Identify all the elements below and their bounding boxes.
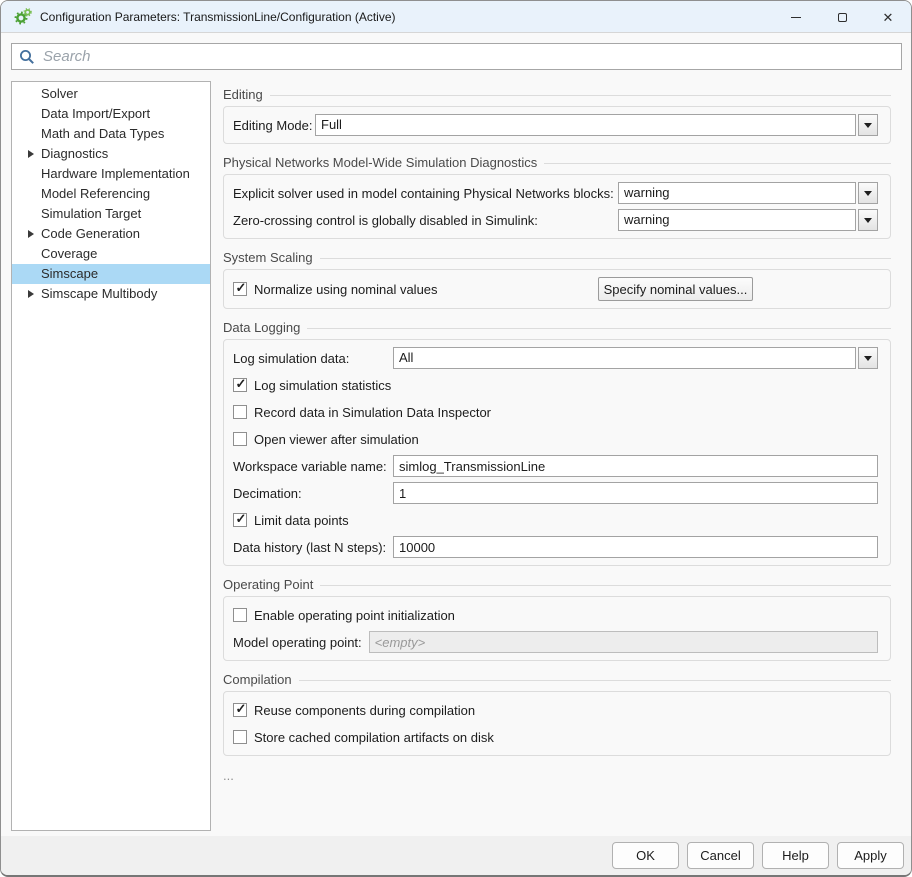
enable-operating-point-checkbox[interactable] <box>233 608 247 622</box>
open-viewer-checkbox[interactable] <box>233 432 247 446</box>
store-cached-checkbox[interactable] <box>233 730 247 744</box>
header-rule <box>319 258 891 259</box>
search-placeholder: Search <box>43 48 91 65</box>
enable-operating-point-label: Enable operating point initialization <box>254 607 455 623</box>
limit-data-points-label: Limit data points <box>254 512 349 528</box>
compilation-card: Reuse components during compilation Stor… <box>223 691 891 756</box>
settings-panel: Editing Editing Mode: Full Physical Netw… <box>223 81 891 783</box>
explicit-solver-dropdown[interactable]: warning <box>618 182 878 204</box>
sidebar-item-math-and-data-types[interactable]: Math and Data Types <box>12 124 210 144</box>
workspace-variable-name-label: Workspace variable name: <box>233 458 387 474</box>
data-history-label: Data history (last N steps): <box>233 539 387 555</box>
editing-card: Editing Mode: Full <box>223 106 891 144</box>
sidebar-item-data-import-export[interactable]: Data Import/Export <box>12 104 210 124</box>
header-rule <box>298 680 891 681</box>
editing-mode-dropdown[interactable]: Full <box>315 114 878 136</box>
model-operating-point-label: Model operating point: <box>233 634 362 650</box>
section-header-operating-point: Operating Point <box>223 577 891 592</box>
expand-arrow-icon[interactable] <box>28 290 34 298</box>
titlebar: Configuration Parameters: TransmissionLi… <box>1 1 911 33</box>
search-icon <box>20 49 34 64</box>
workspace-variable-name-input[interactable] <box>393 455 878 477</box>
zero-crossing-dropdown[interactable]: warning <box>618 209 878 231</box>
apply-button[interactable]: Apply <box>837 842 904 869</box>
expand-arrow-icon[interactable] <box>28 230 34 238</box>
chevron-down-icon[interactable] <box>858 114 878 136</box>
help-button[interactable]: Help <box>762 842 829 869</box>
sidebar-item-model-referencing[interactable]: Model Referencing <box>12 184 210 204</box>
decimation-label: Decimation: <box>233 485 302 501</box>
close-icon: ✕ <box>882 9 894 25</box>
zero-crossing-label: Zero-crossing control is globally disabl… <box>233 212 538 228</box>
explicit-solver-label: Explicit solver used in model containing… <box>233 185 614 201</box>
log-simulation-statistics-checkbox[interactable] <box>233 376 247 392</box>
more-indicator: ... <box>223 768 234 783</box>
expand-arrow-icon[interactable] <box>28 150 34 158</box>
store-cached-label: Store cached compilation artifacts on di… <box>254 729 494 745</box>
section-header-editing: Editing <box>223 87 891 102</box>
editing-mode-label: Editing Mode: <box>233 117 313 133</box>
sidebar-item-simscape[interactable]: Simscape <box>12 264 210 284</box>
maximize-button[interactable] <box>819 1 865 33</box>
maximize-icon <box>837 12 847 22</box>
model-operating-point-input <box>368 631 878 653</box>
section-header-physical-networks: Physical Networks Model-Wide Simulation … <box>223 155 891 170</box>
chevron-down-icon[interactable] <box>858 347 878 369</box>
physical-networks-card: Explicit solver used in model containing… <box>223 174 891 239</box>
simulink-gears-icon <box>14 8 32 25</box>
sidebar-item-simulation-target[interactable]: Simulation Target <box>12 204 210 224</box>
section-header-system-scaling: System Scaling <box>223 250 891 265</box>
header-rule <box>269 95 891 96</box>
record-data-sdi-label: Record data in Simulation Data Inspector <box>254 404 492 420</box>
normalize-nominal-label: Normalize using nominal values <box>254 281 438 297</box>
reuse-components-label: Reuse components during compilation <box>254 702 476 718</box>
log-simulation-data-dropdown[interactable]: All <box>393 347 878 369</box>
log-simulation-statistics-label: Log simulation statistics <box>254 377 392 393</box>
log-simulation-data-label: Log simulation data: <box>233 350 350 366</box>
explicit-solver-value: warning <box>618 182 856 204</box>
sidebar-item-diagnostics[interactable]: Diagnostics <box>12 144 210 164</box>
search-input[interactable]: Search <box>11 43 902 70</box>
open-viewer-label: Open viewer after simulation <box>254 431 419 447</box>
chevron-down-icon[interactable] <box>858 182 878 204</box>
window-title: Configuration Parameters: TransmissionLi… <box>40 9 396 24</box>
zero-crossing-value: warning <box>618 209 856 231</box>
header-rule <box>544 163 891 164</box>
record-data-sdi-checkbox[interactable] <box>233 405 247 419</box>
configuration-parameters-window: Configuration Parameters: TransmissionLi… <box>0 0 912 877</box>
category-tree: Solver Data Import/Export Math and Data … <box>11 81 211 831</box>
cancel-button[interactable]: Cancel <box>687 842 754 869</box>
log-simulation-data-value: All <box>393 347 856 369</box>
minimize-button[interactable] <box>773 1 819 33</box>
footer-bar: OK Cancel Help Apply <box>1 836 911 875</box>
data-logging-card: Log simulation data: All Log simulation … <box>223 339 891 566</box>
close-button[interactable]: ✕ <box>865 1 911 33</box>
normalize-nominal-checkbox[interactable] <box>233 280 247 296</box>
editing-mode-value: Full <box>315 114 856 136</box>
reuse-components-checkbox[interactable] <box>233 701 247 717</box>
sidebar-item-coverage[interactable]: Coverage <box>12 244 210 264</box>
header-rule <box>320 585 891 586</box>
sidebar-item-solver[interactable]: Solver <box>12 84 210 104</box>
data-history-input[interactable] <box>393 536 878 558</box>
minimize-icon <box>791 16 801 18</box>
section-header-compilation: Compilation <box>223 672 891 687</box>
section-header-data-logging: Data Logging <box>223 320 891 335</box>
system-scaling-card: Normalize using nominal values Specify n… <box>223 269 891 309</box>
specify-nominal-values-button[interactable]: Specify nominal values... <box>598 277 753 301</box>
decimation-input[interactable] <box>393 482 878 504</box>
sidebar-item-code-generation[interactable]: Code Generation <box>12 224 210 244</box>
chevron-down-icon[interactable] <box>858 209 878 231</box>
limit-data-points-checkbox[interactable] <box>233 511 247 527</box>
ok-button[interactable]: OK <box>612 842 679 869</box>
operating-point-card: Enable operating point initialization Mo… <box>223 596 891 661</box>
header-rule <box>307 328 891 329</box>
sidebar-item-simscape-multibody[interactable]: Simscape Multibody <box>12 284 210 304</box>
sidebar-item-hardware-implementation[interactable]: Hardware Implementation <box>12 164 210 184</box>
